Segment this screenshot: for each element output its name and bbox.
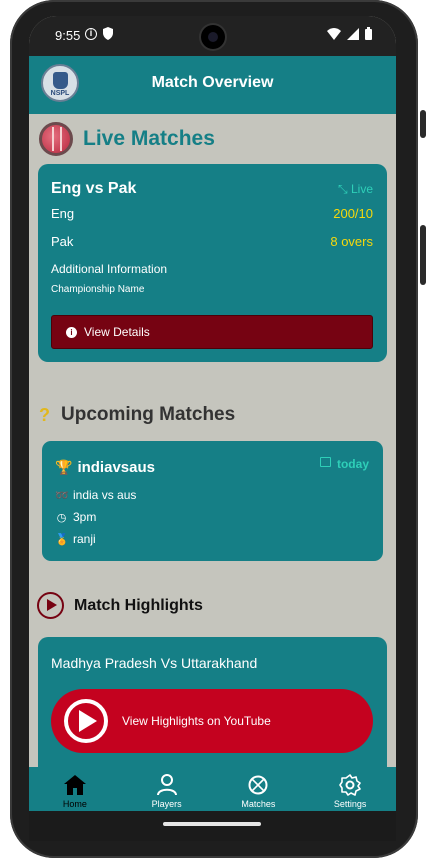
- view-details-button[interactable]: i View Details: [51, 315, 373, 349]
- live-status-badge: ⤡ Live: [338, 182, 373, 197]
- status-icons: [327, 27, 372, 40]
- app-bar: NSPL Match Overview: [29, 56, 396, 114]
- main-content[interactable]: Live Matches Eng vs Pak ⤡ Live Eng 200/1…: [29, 114, 396, 767]
- nav-players[interactable]: Players: [121, 767, 213, 811]
- calendar-icon: [319, 457, 331, 467]
- question-icon: ?: [39, 404, 50, 425]
- nav-home[interactable]: Home: [29, 767, 121, 811]
- team1-name: Eng: [51, 206, 75, 221]
- nav-matches[interactable]: Matches: [213, 767, 305, 811]
- screen: 9:55 i NSPL Match Overview Live Matches: [29, 16, 396, 811]
- medal-icon: 🏅: [55, 533, 69, 546]
- info-icon: i: [85, 28, 97, 40]
- page-title: Match Overview: [151, 74, 274, 91]
- cricket-ball-icon: [39, 122, 73, 156]
- info-icon: i: [66, 326, 77, 338]
- bottom-navigation: Home Players Matches Settings: [29, 767, 396, 811]
- additional-info-label: Additional Information: [51, 262, 168, 276]
- ball-icon: [248, 774, 268, 796]
- youtube-button-label: View Highlights on YouTube: [122, 714, 271, 728]
- signal-icon: [347, 27, 359, 40]
- championship-name: Championship Name: [51, 284, 145, 295]
- nav-settings[interactable]: Settings: [304, 767, 396, 811]
- home-icon: [63, 774, 86, 796]
- live-indicator-icon: ⤡: [338, 182, 348, 196]
- live-status-label: Live: [350, 182, 373, 196]
- power-button: [420, 110, 426, 138]
- upcoming-match-card[interactable]: 🏆 indiavsaus today ➿ india vs aus ◷ 3pm …: [42, 441, 383, 561]
- team2-row: Pak 8 overs: [51, 234, 373, 249]
- nav-matches-label: Matches: [241, 799, 276, 809]
- clock-icon: ◷: [56, 511, 67, 524]
- battery-icon: [365, 27, 372, 40]
- front-camera: [201, 25, 225, 49]
- trophy-icon: 🏆: [55, 459, 73, 475]
- youtube-highlights-button[interactable]: View Highlights on YouTube: [51, 689, 373, 753]
- play-circle-icon: [37, 592, 64, 619]
- team1-score: 200/10: [333, 206, 373, 221]
- upcoming-tournament: ranji: [73, 532, 96, 546]
- nav-players-label: Players: [151, 799, 182, 809]
- upcoming-matches-title: Upcoming Matches: [61, 404, 236, 425]
- highlights-match-title: Madhya Pradesh Vs Uttarakhand: [51, 655, 258, 671]
- highlights-heading: Match Highlights: [37, 592, 203, 619]
- upcoming-teams-row: ➿ india vs aus: [55, 488, 136, 502]
- team2-score: 8 overs: [330, 234, 373, 249]
- upcoming-match-title-row: 🏆 indiavsaus: [55, 459, 155, 476]
- youtube-play-icon: [64, 699, 108, 743]
- upcoming-tournament-row: 🏅 ranji: [55, 532, 96, 546]
- gear-icon: [339, 774, 361, 796]
- upcoming-teams: india vs aus: [73, 488, 137, 502]
- person-icon: [156, 774, 177, 796]
- system-navigation-bar: [29, 811, 396, 841]
- highlights-title: Match Highlights: [74, 596, 203, 614]
- status-time: 9:55: [55, 28, 81, 43]
- highlights-card[interactable]: Madhya Pradesh Vs Uttarakhand View Highl…: [38, 637, 387, 767]
- upcoming-date: today: [336, 457, 369, 471]
- live-match-card[interactable]: Eng vs Pak ⤡ Live Eng 200/10 Pak 8 overs…: [38, 164, 387, 362]
- status-bar: 9:55 i: [29, 16, 396, 56]
- team1-row: Eng 200/10: [51, 206, 373, 221]
- view-details-label: View Details: [84, 325, 150, 339]
- upcoming-match-title: indiavsaus: [77, 459, 155, 476]
- live-matches-heading: Live Matches: [39, 122, 215, 156]
- upcoming-time-row: ◷ 3pm: [55, 510, 97, 524]
- nav-home-label: Home: [62, 799, 87, 809]
- upcoming-date-badge: today: [319, 457, 369, 471]
- nav-settings-label: Settings: [333, 799, 367, 809]
- shield-icon: [103, 27, 113, 40]
- volume-button: [420, 225, 426, 285]
- live-match-title: Eng vs Pak: [51, 180, 137, 197]
- phone-frame: 9:55 i NSPL Match Overview Live Matches: [0, 0, 430, 864]
- live-matches-title: Live Matches: [83, 127, 215, 150]
- home-indicator[interactable]: [163, 822, 261, 826]
- versus-icon: ➿: [55, 489, 69, 502]
- upcoming-matches-heading: ? Upcoming Matches: [39, 404, 235, 426]
- team2-name: Pak: [51, 234, 74, 249]
- wifi-icon: [327, 27, 341, 40]
- upcoming-time: 3pm: [73, 510, 97, 524]
